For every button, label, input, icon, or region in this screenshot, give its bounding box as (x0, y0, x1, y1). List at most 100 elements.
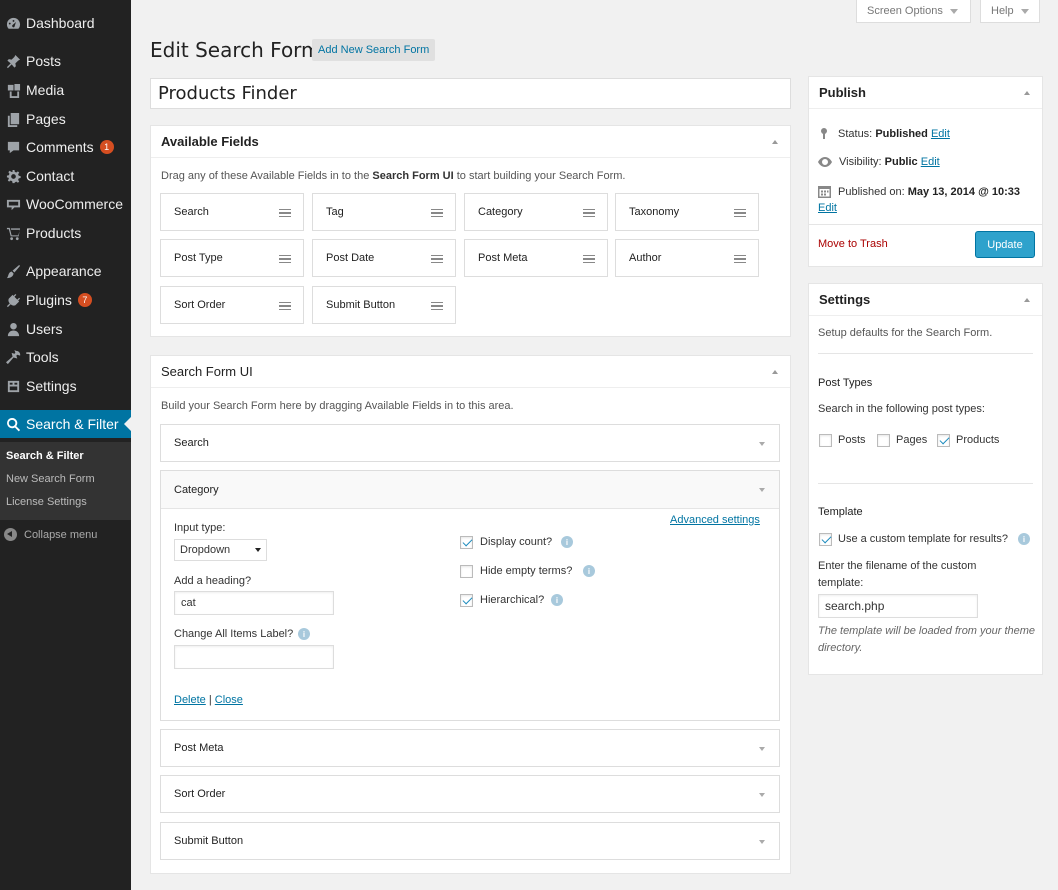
ui-field-search[interactable]: Search (160, 424, 780, 462)
submenu-item-license-settings[interactable]: License Settings (6, 496, 87, 508)
search-form-ui-header[interactable]: Search Form UI (151, 356, 790, 388)
sidebar-item-posts[interactable]: Posts (0, 47, 131, 75)
comments-count-badge: 1 (99, 140, 114, 154)
sidebar-item-plugins[interactable]: Plugins 7 (0, 286, 131, 314)
heading-input[interactable]: cat (174, 591, 334, 615)
update-button[interactable]: Update (975, 231, 1035, 258)
drag-handle-icon (279, 209, 291, 217)
submenu-item-new-search-form[interactable]: New Search Form (6, 473, 95, 485)
post-type-posts-checkbox[interactable] (819, 434, 832, 447)
search-icon (0, 417, 26, 432)
advanced-settings-link[interactable]: Advanced settings (670, 514, 760, 526)
submenu-item-search-filter[interactable]: Search & Filter (6, 450, 84, 462)
chevron-down-icon[interactable] (759, 442, 765, 446)
ui-field-submit-button[interactable]: Submit Button (160, 822, 780, 860)
field-chip-author[interactable]: Author (615, 239, 759, 277)
post-type-pages-label: Pages (896, 434, 928, 446)
post-type-pages-checkbox[interactable] (877, 434, 890, 447)
field-chip-search[interactable]: Search (160, 193, 304, 231)
field-chip-post-date[interactable]: Post Date (312, 239, 456, 277)
screen-options-label: Screen Options (867, 5, 943, 17)
ui-field-category-header[interactable]: Category (161, 471, 779, 509)
ui-field-post-meta[interactable]: Post Meta (160, 729, 780, 767)
hierarchical-checkbox[interactable] (460, 594, 473, 607)
drag-handle-icon (431, 302, 443, 310)
chevron-down-icon[interactable] (759, 840, 765, 844)
sidebar-item-dashboard[interactable]: Dashboard (0, 9, 131, 37)
comment-icon (0, 140, 26, 155)
chevron-down-icon[interactable] (759, 747, 765, 751)
visibility-row: Visibility: Public Edit (818, 156, 940, 168)
divider (818, 483, 1033, 484)
sidebar-item-appearance[interactable]: Appearance (0, 257, 131, 285)
change-all-items-label: Change All Items Label? (174, 628, 294, 640)
published-on-row: Published on: May 13, 2014 @ 10:33 (818, 185, 1020, 198)
chevron-down-icon[interactable] (759, 488, 765, 492)
sidebar-item-users[interactable]: Users (0, 315, 131, 343)
info-icon[interactable]: i (298, 628, 310, 640)
sidebar-item-products[interactable]: Products (0, 219, 131, 247)
plug-icon (0, 293, 26, 308)
hide-empty-terms-checkbox[interactable] (460, 565, 473, 578)
sidebar-item-woocommerce[interactable]: WooCommerce (0, 190, 131, 218)
input-type-label: Input type: (174, 522, 226, 534)
chevron-down-icon[interactable] (759, 793, 765, 797)
collapse-menu-button[interactable]: Collapse menu (4, 528, 97, 541)
field-chip-post-meta[interactable]: Post Meta (464, 239, 608, 277)
template-filename-input[interactable]: search.php (818, 594, 978, 618)
info-icon[interactable]: i (551, 594, 563, 606)
sidebar-item-contact[interactable]: Contact (0, 162, 131, 190)
info-icon[interactable]: i (561, 536, 573, 548)
sidebar-item-tools[interactable]: Tools (0, 343, 131, 371)
close-link[interactable]: Close (215, 694, 243, 706)
ui-field-sort-order[interactable]: Sort Order (160, 775, 780, 813)
sidebar-item-comments[interactable]: Comments 1 (0, 133, 131, 161)
change-all-items-input[interactable] (174, 645, 334, 669)
form-title-input[interactable]: Products Finder (150, 78, 791, 109)
settings-header[interactable]: Settings (809, 284, 1042, 316)
post-types-description: Search in the following post types: (818, 403, 985, 415)
pages-icon (0, 112, 26, 127)
input-type-select[interactable]: Dropdown (174, 539, 267, 561)
field-chip-post-type[interactable]: Post Type (160, 239, 304, 277)
add-new-search-form-button[interactable]: Add New Search Form (312, 39, 436, 61)
sidebar-item-settings[interactable]: Settings (0, 372, 131, 400)
field-chip-tag[interactable]: Tag (312, 193, 456, 231)
edit-visibility-link[interactable]: Edit (921, 156, 940, 168)
edit-status-link[interactable]: Edit (931, 128, 950, 140)
field-chip-submit-button[interactable]: Submit Button (312, 286, 456, 324)
collapse-arrow-icon (772, 370, 778, 374)
drag-handle-icon (583, 209, 595, 217)
field-chip-category[interactable]: Category (464, 193, 608, 231)
info-icon[interactable]: i (583, 565, 595, 577)
publish-header[interactable]: Publish (809, 77, 1042, 109)
post-type-products-checkbox[interactable] (937, 434, 950, 447)
drag-handle-icon (431, 255, 443, 263)
delete-link[interactable]: Delete (174, 694, 206, 706)
publish-title: Publish (819, 85, 866, 100)
sidebar-item-media[interactable]: Media (0, 76, 131, 104)
drag-handle-icon (279, 302, 291, 310)
move-to-trash-link[interactable]: Move to Trash (818, 238, 888, 250)
screen-options-button[interactable]: Screen Options (856, 0, 971, 23)
sidebar-item-search-filter[interactable]: Search & Filter (0, 410, 131, 438)
display-count-checkbox[interactable] (460, 536, 473, 549)
sidebar-item-pages[interactable]: Pages (0, 105, 131, 133)
field-chip-sort-order[interactable]: Sort Order (160, 286, 304, 324)
info-icon[interactable]: i (1018, 533, 1030, 545)
current-menu-arrow (124, 417, 131, 431)
drag-handle-icon (431, 209, 443, 217)
display-count-label: Display count? (480, 536, 553, 548)
field-chip-taxonomy[interactable]: Taxonomy (615, 193, 759, 231)
drag-handle-icon (734, 255, 746, 263)
help-button[interactable]: Help (980, 0, 1040, 23)
available-fields-title: Available Fields (161, 134, 259, 149)
edit-published-date-link[interactable]: Edit (818, 202, 837, 214)
custom-template-checkbox[interactable] (819, 533, 832, 546)
media-icon (0, 83, 26, 98)
gear-icon (0, 169, 26, 184)
select-arrow-icon (255, 548, 261, 552)
available-fields-header[interactable]: Available Fields (151, 126, 790, 158)
drag-handle-icon (279, 255, 291, 263)
hide-empty-terms-label: Hide empty terms? (480, 565, 573, 577)
